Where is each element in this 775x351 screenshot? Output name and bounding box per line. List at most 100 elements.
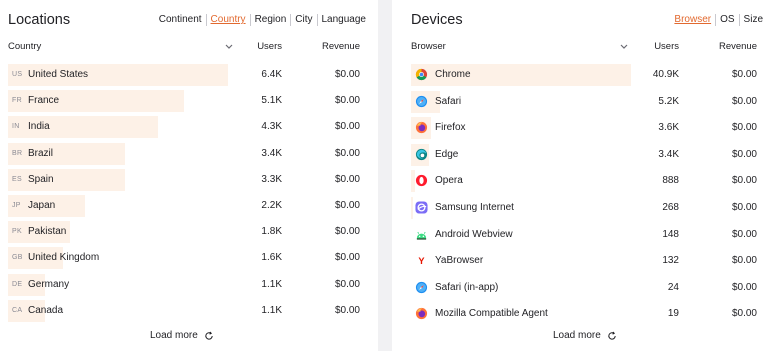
locations-load-more-button[interactable]: Load more [150, 330, 214, 341]
tab-os[interactable]: OS [715, 14, 738, 26]
country-name: Pakistan [28, 226, 67, 238]
revenue-value: $0.00 [334, 121, 360, 133]
revenue-value: $0.00 [731, 201, 757, 213]
chrome-icon [415, 68, 428, 81]
locations-title: Locations [8, 12, 71, 28]
country-code: FR [12, 97, 22, 105]
refresh-icon [608, 331, 616, 340]
users-value: 3.4K [658, 148, 679, 160]
safari-icon [415, 95, 428, 107]
revenue-value: $0.00 [334, 199, 360, 211]
users-value: 3.3K [261, 173, 282, 185]
revenue-value: $0.00 [334, 95, 360, 107]
country-name: United States [28, 69, 89, 80]
table-row[interactable]: CA Canada 1.1K $0.00 [8, 299, 370, 322]
table-row[interactable]: Samsung Internet 268 $0.00 [411, 196, 767, 219]
column-revenue[interactable]: Revenue [697, 41, 757, 52]
users-value: 5.1K [261, 95, 282, 107]
revenue-value: $0.00 [731, 122, 757, 134]
table-row[interactable]: Safari (in-app) 24 $0.00 [411, 277, 767, 299]
tab-city[interactable]: City [290, 14, 316, 26]
users-value: 4.3K [261, 121, 282, 133]
browser-name: Safari [435, 95, 462, 107]
tab-size[interactable]: Size [738, 14, 767, 26]
tab-browser[interactable]: Browser [670, 14, 715, 26]
table-row[interactable]: PK Pakistan 1.8K $0.00 [8, 221, 370, 244]
locations-list: US United States 6.4K $0.00 FR France 5.1K $0.0… [8, 64, 370, 326]
revenue-value: $0.00 [334, 278, 360, 290]
users-value: 19 [667, 308, 679, 320]
browser-name: Safari (in-app) [435, 281, 499, 293]
table-row[interactable]: Opera 888 $0.00 [411, 170, 767, 193]
devices-load-more-button[interactable]: Load more [553, 330, 617, 341]
revenue-value: $0.00 [731, 95, 757, 107]
revenue-value: $0.00 [334, 173, 360, 185]
table-row[interactable]: DE Germany 1.1K $0.00 [8, 273, 370, 296]
table-row[interactable]: US United States 6.4K $0.00 [8, 64, 370, 86]
tab-country[interactable]: Country [205, 14, 250, 26]
revenue-value: $0.00 [731, 228, 757, 240]
country-code: IN [12, 123, 20, 131]
country-name: Japan [28, 199, 56, 211]
country-name: Canada [28, 304, 64, 316]
table-row[interactable]: Android Webview 148 $0.00 [411, 224, 767, 246]
browser-name: Android Webview [435, 228, 513, 240]
column-revenue[interactable]: Revenue [300, 41, 360, 52]
tab-continent[interactable]: Continent [155, 14, 206, 26]
browser-name: Firefox [435, 122, 466, 134]
browser-name: YaBrowser [435, 255, 484, 267]
users-value: 2.2K [261, 199, 282, 211]
revenue-value: $0.00 [334, 69, 360, 80]
table-row[interactable]: FR France 5.1K $0.00 [8, 90, 370, 113]
opera-icon [415, 175, 428, 187]
country-name: Spain [28, 173, 54, 185]
devices-list: Chrome 40.9K $0.00 Safari 5.2K $0.00 Firefox 3.… [411, 64, 767, 330]
revenue-value: $0.00 [334, 226, 360, 238]
table-row[interactable]: Edge 3.4K $0.00 [411, 143, 767, 166]
country-code: ES [12, 175, 22, 183]
table-row[interactable]: Y YaBrowser 132 $0.00 [411, 250, 767, 272]
column-users[interactable]: Users [619, 41, 679, 52]
users-value: 1.8K [261, 226, 282, 238]
table-row[interactable]: Safari 5.2K $0.00 [411, 90, 767, 113]
column-users[interactable]: Users [222, 41, 282, 52]
samsung-internet-icon [415, 201, 428, 214]
users-value: 3.6K [658, 122, 679, 134]
tab-region[interactable]: Region [249, 14, 291, 26]
devices-header: Devices Browser OS Size [411, 12, 767, 30]
tab-language[interactable]: Language [316, 14, 371, 26]
users-value: 24 [667, 281, 679, 293]
locations-card: Locations Continent Country Region City … [0, 0, 378, 351]
table-row[interactable]: JP Japan 2.2K $0.00 [8, 194, 370, 217]
browser-name: Edge [435, 148, 459, 160]
revenue-value: $0.00 [731, 148, 757, 160]
table-row[interactable]: GB United Kingdom 1.6K $0.00 [8, 247, 370, 270]
android-webview-icon [416, 231, 427, 240]
revenue-value: $0.00 [731, 281, 757, 293]
revenue-value: $0.00 [334, 252, 360, 264]
country-name: France [28, 95, 60, 107]
users-value: 148 [662, 228, 679, 240]
devices-column-header: Browser Users Revenue [411, 41, 767, 53]
table-row[interactable]: Firefox 3.6K $0.00 [411, 117, 767, 140]
table-row[interactable]: Chrome 40.9K $0.00 [411, 64, 767, 86]
column-country[interactable]: Country [8, 41, 41, 52]
revenue-value: $0.00 [731, 69, 757, 80]
locations-column-header: Country Users Revenue [8, 41, 370, 53]
users-value: 132 [662, 255, 679, 267]
table-row[interactable]: BR Brazil 3.4K $0.00 [8, 142, 370, 165]
browser-name: Chrome [435, 69, 471, 80]
browser-name: Samsung Internet [435, 201, 514, 213]
revenue-value: $0.00 [731, 255, 757, 267]
table-row[interactable]: Mozilla Compatible Agent 19 $0.00 [411, 303, 767, 325]
table-row[interactable]: IN India 4.3K $0.00 [8, 116, 370, 139]
country-code: DE [12, 280, 23, 288]
users-value: 6.4K [261, 69, 282, 80]
devices-title: Devices [411, 12, 463, 28]
table-row[interactable]: ES Spain 3.3K $0.00 [8, 168, 370, 191]
column-browser[interactable]: Browser [411, 41, 446, 52]
devices-tabs: Browser OS Size [670, 14, 767, 26]
revenue-value: $0.00 [334, 304, 360, 316]
users-value: 1.1K [261, 304, 282, 316]
browser-name: Opera [435, 175, 463, 187]
